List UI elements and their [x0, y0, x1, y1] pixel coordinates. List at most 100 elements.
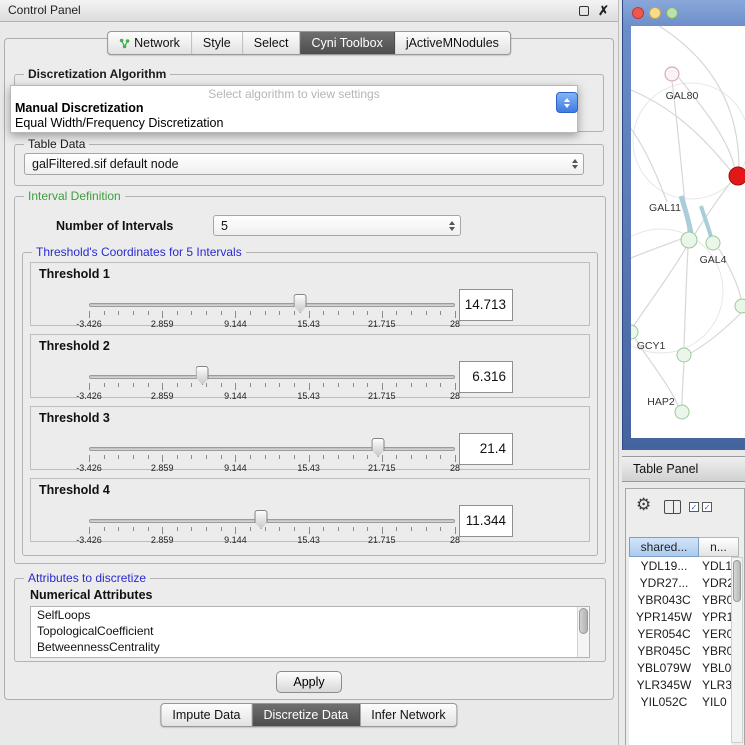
tab-select[interactable]: Select	[243, 32, 301, 54]
tab-style[interactable]: Style	[192, 32, 243, 54]
number-of-intervals-value: 5	[221, 219, 228, 233]
tick-mark	[191, 311, 192, 315]
tick-mark	[367, 455, 368, 459]
threshold-value-field[interactable]: 11.344	[459, 505, 513, 537]
control-panel-window: Control Panel ✗ NetworkStyleSelectCyni T…	[0, 0, 619, 745]
table-row[interactable]: YBL079WYBL0	[629, 659, 732, 676]
tab-discretize-data[interactable]: Discretize Data	[253, 704, 361, 726]
number-of-intervals-combo[interactable]: 5	[213, 215, 461, 236]
threshold-slider[interactable]: -3.4262.8599.14415.4321.71528	[89, 361, 455, 399]
tab-label: Network	[134, 36, 180, 50]
tick-mark	[206, 383, 207, 387]
attribute-list-item[interactable]: TopologicalCoefficient	[31, 623, 589, 639]
tick-mark	[294, 383, 295, 387]
algorithm-combo-button[interactable]	[556, 92, 578, 113]
attribute-list-item[interactable]: SelfLoops	[31, 607, 589, 623]
network-view-window: GAL80GAL11GAL4GCY1HAP2	[622, 0, 745, 450]
tab-impute-data[interactable]: Impute Data	[161, 704, 252, 726]
table-scrollbar[interactable]	[731, 557, 743, 743]
combo-arrows-icon	[572, 159, 578, 169]
table-row[interactable]: YDL19...YDL1	[629, 557, 732, 574]
table-data-combo[interactable]: galFiltered.sif default node	[24, 153, 584, 175]
attribute-list-item[interactable]: BetweennessCentrality	[31, 639, 589, 655]
tab-label: Impute Data	[172, 708, 240, 722]
network-node[interactable]	[631, 325, 638, 339]
numerical-attributes-list[interactable]: SelfLoopsTopologicalCoefficientBetweenne…	[30, 606, 590, 658]
table-row[interactable]: YPR145WYPR1	[629, 608, 732, 625]
table-panel-titlebar[interactable]: Table Panel	[622, 456, 745, 482]
spinner-arrows-icon	[449, 221, 455, 231]
network-node[interactable]	[677, 348, 691, 362]
tab-cyni-toolbox[interactable]: Cyni Toolbox	[300, 32, 394, 54]
threshold-slider[interactable]: -3.4262.8599.14415.4321.71528	[89, 433, 455, 471]
network-node[interactable]	[729, 167, 745, 185]
zoom-button-icon[interactable]	[666, 7, 678, 19]
network-node[interactable]	[675, 405, 689, 419]
tick-mark	[104, 527, 105, 531]
tick-mark	[148, 455, 149, 459]
threshold-slider[interactable]: -3.4262.8599.14415.4321.71528	[89, 505, 455, 543]
tab-network[interactable]: Network	[108, 32, 192, 54]
tick-mark	[279, 383, 280, 387]
tab-label: Select	[254, 36, 289, 50]
minimize-button-icon[interactable]	[649, 7, 661, 19]
column-header[interactable]: n...	[699, 537, 739, 557]
threshold-value-field[interactable]: 6.316	[459, 361, 513, 393]
slider-ticks	[89, 527, 455, 535]
algorithm-option[interactable]: Manual Discretization	[11, 101, 577, 116]
threshold-value-field[interactable]: 14.713	[459, 289, 513, 321]
slider-scale: -3.4262.8599.14415.4321.71528	[89, 535, 455, 545]
threshold-slider[interactable]: -3.4262.8599.14415.4321.71528	[89, 289, 455, 327]
thick-edges	[681, 196, 711, 237]
scale-label: 9.144	[224, 391, 247, 401]
tick-mark	[367, 311, 368, 315]
tab-label: Infer Network	[371, 708, 445, 722]
name-cell: YBL0	[699, 661, 732, 675]
scale-label: 15.43	[297, 535, 320, 545]
name-cell: YIL0	[699, 695, 732, 709]
tick-mark	[367, 383, 368, 387]
threshold-value-field[interactable]: 21.4	[459, 433, 513, 465]
scale-label: 21.715	[368, 535, 396, 545]
tick-mark	[133, 527, 134, 531]
tick-mark	[279, 311, 280, 315]
close-window-icon[interactable]: ✗	[598, 6, 609, 16]
scrollbar-thumb[interactable]	[733, 560, 741, 602]
table-row[interactable]: YLR345WYLR3	[629, 676, 732, 693]
checkbox-icon[interactable]: ✓	[689, 502, 699, 512]
gear-icon[interactable]: ⚙	[636, 496, 651, 514]
network-node[interactable]	[665, 67, 679, 81]
apply-button[interactable]: Apply	[276, 671, 342, 693]
table-row[interactable]: YIL052CYIL0	[629, 693, 732, 710]
table-row[interactable]: YER054CYER0	[629, 625, 732, 642]
discretization-algorithm-title: Discretization Algorithm	[24, 67, 170, 81]
checkbox-icon[interactable]: ✓	[702, 502, 712, 512]
attributes-scrollbar[interactable]	[577, 607, 589, 657]
threshold-label: Threshold 2	[39, 339, 110, 353]
name-cell: YBR0	[699, 593, 732, 607]
shared-name-cell: YER054C	[629, 627, 699, 641]
name-cell: YDR2	[699, 576, 732, 590]
network-node[interactable]	[706, 236, 720, 250]
table-row[interactable]: YBR043CYBR0	[629, 591, 732, 608]
tick-mark	[89, 455, 90, 462]
network-canvas[interactable]: GAL80GAL11GAL4GCY1HAP2	[631, 26, 745, 438]
scrollbar-thumb[interactable]	[579, 608, 588, 634]
tab-jactivemnodules[interactable]: jActiveMNodules	[395, 32, 510, 54]
columns-icon[interactable]	[664, 500, 681, 514]
float-window-icon[interactable]	[579, 6, 589, 16]
tick-mark	[133, 311, 134, 315]
tab-infer-network[interactable]: Infer Network	[360, 704, 456, 726]
network-node[interactable]	[681, 232, 697, 248]
algorithm-option[interactable]: Equal Width/Frequency Discretization	[11, 116, 577, 131]
name-cell: YBR0	[699, 644, 732, 658]
tick-mark	[177, 311, 178, 315]
network-node[interactable]	[735, 299, 745, 313]
table-row[interactable]: YDR27...YDR2	[629, 574, 732, 591]
table-row[interactable]: YBR045CYBR0	[629, 642, 732, 659]
tick-mark	[396, 311, 397, 315]
column-header[interactable]: shared...	[629, 537, 699, 557]
close-button-icon[interactable]	[632, 7, 644, 19]
tick-mark	[118, 527, 119, 531]
control-panel-tab-bar: Network Style Select Cyni ToolboxjActiveMNo…	[107, 31, 511, 55]
